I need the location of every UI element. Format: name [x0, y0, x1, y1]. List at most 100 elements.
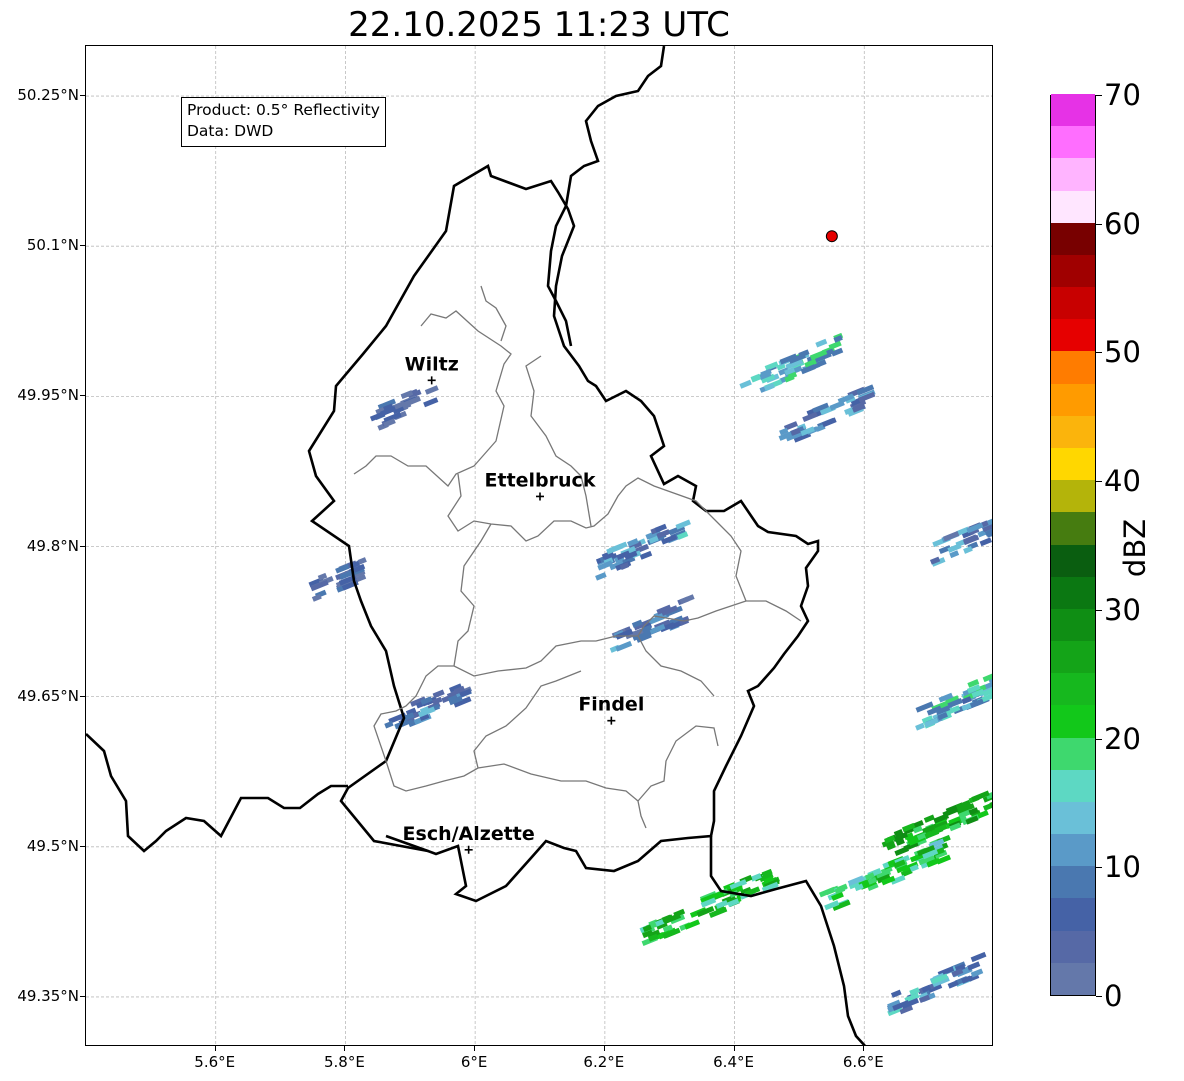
lon-tick-label: 6°E [460, 1053, 488, 1071]
lat-tick-label: 50.25°N [17, 86, 79, 105]
lat-tick-mark [80, 395, 85, 397]
lon-tick-mark [214, 1046, 216, 1051]
radar-bin [423, 397, 439, 408]
lon-tick-mark [863, 1046, 865, 1051]
lat-tick-mark [80, 695, 85, 697]
colorbar-segment [1051, 511, 1095, 545]
colorbar-tick-label: 70 [1104, 78, 1141, 112]
radar-bin [970, 951, 987, 963]
city-label: Esch/Alzette [403, 823, 535, 845]
city-marker [607, 716, 616, 725]
radar-bin [979, 537, 992, 547]
radar-bin [991, 799, 992, 809]
colorbar-segment [1051, 930, 1095, 963]
colorbar-tick-label: 50 [1104, 335, 1141, 370]
colorbar-tick-mark [1096, 738, 1102, 740]
city-label: Findel [578, 694, 644, 716]
colorbar-segment [1051, 222, 1095, 255]
colorbar-segment [1051, 833, 1095, 867]
colorbar-tick-mark [1096, 481, 1102, 483]
colorbar-segment [1051, 704, 1095, 738]
map-canvas: Wiltz Ettelbruck Findel Esch/Alzette [86, 46, 992, 1045]
colorbar-tick-label: 40 [1104, 464, 1141, 499]
colorbar-segment [1051, 447, 1095, 481]
radar-bin [967, 961, 981, 971]
city-markers: Wiltz Ettelbruck Findel Esch/Alzette [403, 353, 644, 854]
colorbar-tick-label: 60 [1104, 206, 1141, 241]
colorbar-segment [1051, 254, 1095, 288]
colorbar-segment [1051, 897, 1095, 931]
dbz-colorbar [1050, 93, 1096, 996]
colorbar-tick-label: 0 [1104, 979, 1123, 1013]
city-label: Wiltz [405, 353, 459, 375]
radar-bin [739, 379, 752, 389]
radar-bin [894, 846, 910, 856]
lat-tick-label: 49.5°N [26, 836, 79, 855]
lon-tick-label: 6.6°E [842, 1053, 884, 1071]
colorbar-segment [1051, 318, 1095, 352]
colorbar-tick-label: 20 [1104, 721, 1141, 756]
radar-bin [606, 543, 624, 555]
colorbar-segment [1051, 157, 1095, 191]
lat-tick-mark [80, 245, 85, 247]
colorbar-tick-mark [1096, 996, 1102, 997]
colorbar-tick-mark [1096, 867, 1102, 869]
product-label: Product: 0.5° Reflectivity [187, 101, 380, 119]
france-belgium-border [86, 733, 429, 853]
colorbar-segment [1051, 190, 1095, 223]
radar-bin [679, 594, 695, 605]
city-marker [536, 492, 544, 501]
colorbar-title: dBZ [1118, 518, 1152, 578]
radar-bin [915, 722, 925, 731]
radar-bin [595, 572, 607, 581]
luxembourg-border [307, 164, 820, 903]
lat-tick-mark [80, 95, 85, 97]
lon-tick-label: 5.6°E [194, 1053, 236, 1071]
colorbar-segment [1051, 576, 1095, 609]
colorbar-segment [1051, 640, 1095, 674]
data-source-label: Data: DWD [187, 122, 274, 140]
colorbar-segment [1051, 125, 1095, 159]
lat-tick-label: 49.35°N [17, 986, 79, 1005]
radar-bin [943, 531, 960, 542]
lon-tick-label: 6.4°E [713, 1053, 754, 1071]
radar-bin [923, 814, 935, 823]
colorbar-segment [1051, 93, 1095, 127]
colorbar-segment [1051, 801, 1095, 835]
radar-bin [615, 640, 633, 652]
map-panel: Wiltz Ettelbruck Findel Esch/Alzette Produc… [85, 45, 993, 1046]
lon-tick-label: 5.8°E [324, 1053, 365, 1071]
lat-tick-label: 49.95°N [17, 386, 79, 405]
radar-bin [963, 546, 973, 554]
colorbar-segment [1051, 383, 1095, 416]
radar-bin [815, 338, 828, 348]
radar-echoes [308, 332, 992, 1017]
radar-bin [639, 550, 653, 560]
colorbar-tick-mark [1096, 352, 1102, 354]
radar-site-dot [825, 230, 838, 243]
radar-bin [947, 980, 959, 989]
radar-bin [684, 919, 701, 930]
lon-tick-mark [474, 1046, 476, 1051]
product-info-box: Product: 0.5° Reflectivity Data: DWD [181, 97, 386, 147]
colorbar-segment [1051, 544, 1095, 577]
lat-tick-label: 49.8°N [26, 536, 79, 555]
colorbar-segment [1051, 479, 1095, 513]
lon-tick-mark [603, 1046, 605, 1051]
colorbar-segment [1051, 350, 1095, 384]
colorbar-segment [1051, 769, 1095, 802]
lat-tick-label: 50.1°N [26, 236, 79, 255]
colorbar-tick-label: 30 [1104, 592, 1141, 627]
colorbar-segment [1051, 415, 1095, 448]
country-borders [86, 46, 866, 1045]
lon-tick-label: 6.2°E [583, 1053, 625, 1071]
germany-border-north [546, 46, 666, 347]
colorbar-segment [1051, 865, 1095, 899]
lat-tick-mark [80, 545, 85, 547]
colorbar-tick-mark [1096, 95, 1102, 96]
site-marker [825, 230, 838, 243]
colorbar-tick-label: 10 [1104, 850, 1141, 885]
colorbar-tick-mark [1096, 609, 1102, 611]
colorbar-segment [1051, 286, 1095, 320]
colorbar-segment [1051, 737, 1095, 770]
